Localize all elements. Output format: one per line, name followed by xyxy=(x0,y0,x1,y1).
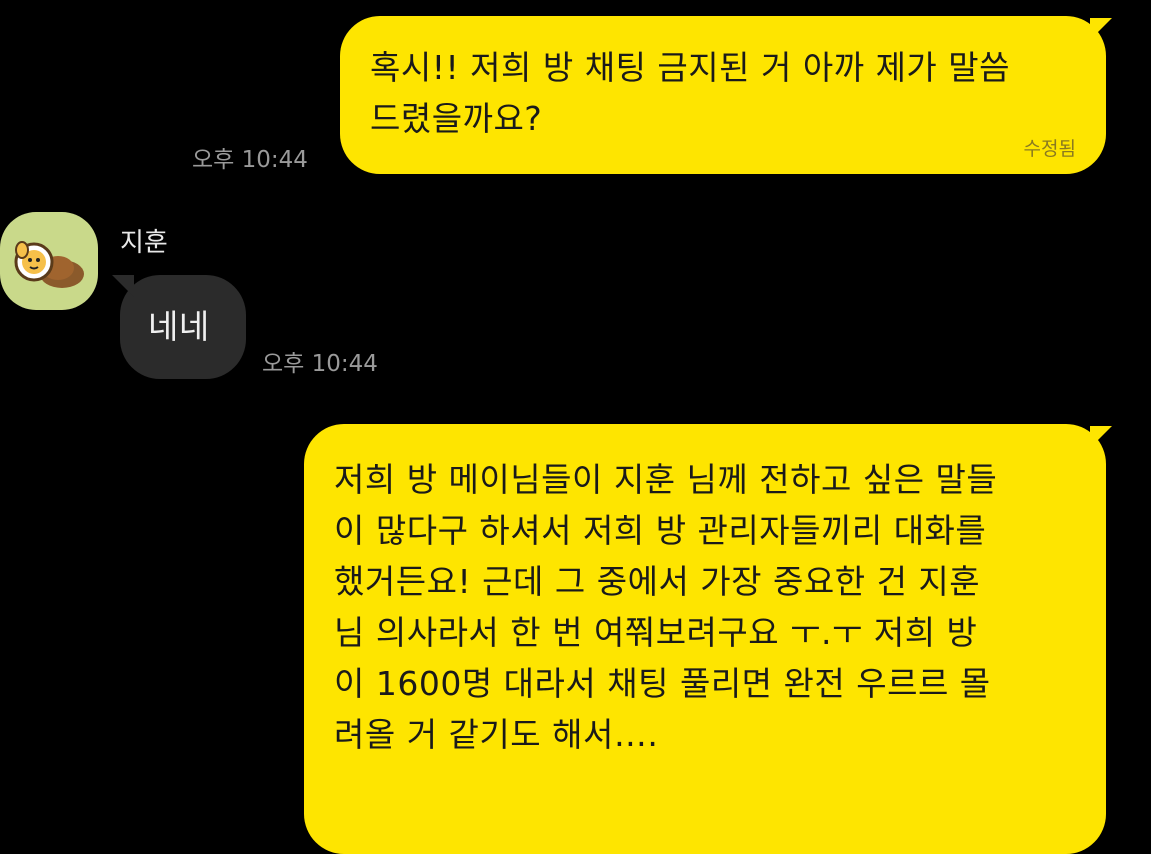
bubble-tail xyxy=(112,275,134,297)
dog-character-icon xyxy=(14,241,84,288)
my-message-bubble[interactable]: 저희 방 메이님들이 지훈 님께 전하고 싶은 말들 이 많다구 하셔서 저희 … xyxy=(304,424,1106,854)
message-text: 혹시!! 저희 방 채팅 금지된 거 아까 제가 말씀 드렸을까요? xyxy=(370,48,1010,138)
other-message-bubble[interactable]: 네네 xyxy=(120,275,246,379)
message-timestamp: 오후 10:44 xyxy=(262,351,378,377)
sender-name[interactable]: 지훈 xyxy=(120,222,168,259)
bubble-tail xyxy=(1090,18,1112,40)
message-text: 저희 방 메이님들이 지훈 님께 전하고 싶은 말들 이 많다구 하셔서 저희 … xyxy=(334,460,998,754)
avatar[interactable] xyxy=(0,212,98,310)
my-message-bubble[interactable]: 혹시!! 저희 방 채팅 금지된 거 아까 제가 말씀 드렸을까요? 수정됨 xyxy=(340,16,1106,174)
bubble-tail xyxy=(1090,426,1112,448)
edited-label: 수정됨 xyxy=(1023,138,1076,160)
message-timestamp: 오후 10:44 xyxy=(192,147,308,173)
message-text: 네네 xyxy=(148,307,210,346)
